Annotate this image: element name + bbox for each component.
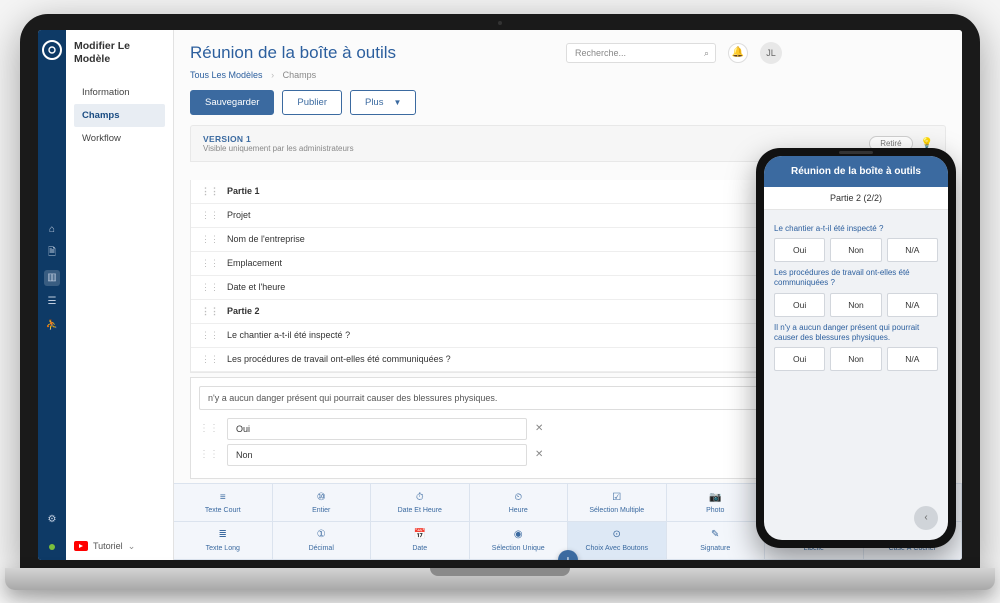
drag-handle-icon[interactable]: ⋮⋮: [201, 282, 219, 293]
remove-option-icon[interactable]: ✕: [535, 423, 543, 434]
remove-option-icon[interactable]: ✕: [535, 449, 543, 460]
search-icon: ⌕: [704, 48, 709, 59]
phone-option-button[interactable]: Non: [830, 347, 881, 371]
sidebar-title: Modifier Le Modèle: [74, 40, 165, 67]
phone-option-button[interactable]: Oui: [774, 293, 825, 317]
sidebar-item-workflow[interactable]: Workflow: [74, 127, 165, 150]
sidebar-item-information[interactable]: Information: [74, 81, 165, 104]
palette-date-et-heure[interactable]: ⏱Date Et Heure: [371, 484, 470, 522]
breadcrumb: Tous Les Modèles › Champs: [174, 70, 962, 90]
notifications-icon[interactable]: 🔔: [728, 43, 748, 63]
drag-handle-icon[interactable]: ⋮⋮: [201, 330, 219, 341]
chevron-right-icon: ›: [271, 70, 274, 80]
drag-handle-icon[interactable]: ⋮⋮: [201, 234, 219, 245]
bulb-icon[interactable]: 💡: [921, 138, 933, 149]
main-content: Réunion de la boîte à outils Recherche..…: [174, 30, 962, 560]
phone-option-button[interactable]: Non: [830, 238, 881, 262]
save-button[interactable]: Sauvegarder: [190, 90, 274, 115]
page-title: Réunion de la boîte à outils: [190, 43, 554, 63]
rail-people-icon[interactable]: ⛹: [44, 318, 60, 334]
option-input[interactable]: Non: [227, 444, 527, 466]
question-input[interactable]: n'y a aucun danger présent qui pourrait …: [199, 386, 780, 410]
status-dot: [49, 544, 55, 550]
palette-décimal[interactable]: ①Décimal: [273, 522, 372, 560]
phone-option-button[interactable]: Non: [830, 293, 881, 317]
app-logo[interactable]: [42, 40, 62, 60]
icon-rail: ⌂ 🗎 ▥ ☰ ⛹ ⚙: [38, 30, 66, 560]
publish-button[interactable]: Publier: [282, 90, 342, 115]
palette-sélection-multiple[interactable]: ☑Sélection Multiple: [568, 484, 667, 522]
version-label: VERSION 1: [203, 134, 861, 144]
phone-title: Réunion de la boîte à outils: [764, 156, 948, 187]
rail-list-icon[interactable]: ☰: [44, 294, 60, 310]
phone-question: Les procédures de travail ont-elles été …: [774, 268, 938, 289]
phone-option-button[interactable]: Oui: [774, 238, 825, 262]
avatar[interactable]: JL: [760, 42, 782, 64]
drag-handle-icon[interactable]: ⋮⋮: [201, 210, 219, 221]
phone-back-button[interactable]: ‹: [914, 506, 938, 530]
phone-option-button[interactable]: N/A: [887, 293, 938, 317]
caret-down-icon: ▼: [393, 98, 401, 107]
palette-photo[interactable]: 📷Photo: [667, 484, 766, 522]
more-button[interactable]: Plus ▼: [350, 90, 416, 115]
phone-option-button[interactable]: N/A: [887, 238, 938, 262]
palette-heure[interactable]: ⏲Heure: [470, 484, 569, 522]
drag-handle-icon[interactable]: ⋮⋮: [201, 354, 219, 365]
search-input[interactable]: Recherche... ⌕: [566, 43, 716, 63]
breadcrumb-root[interactable]: Tous Les Modèles: [190, 70, 263, 80]
phone-subtitle: Partie 2 (2/2): [764, 187, 948, 210]
sidebar: Modifier Le Modèle InformationChampsWork…: [66, 30, 174, 560]
rail-settings-icon[interactable]: ⚙: [44, 512, 60, 528]
palette-sélection-unique[interactable]: ◉Sélection Unique: [470, 522, 569, 560]
version-subtitle: Visible uniquement par les administrateu…: [203, 144, 861, 153]
tutorial-link[interactable]: Tutoriel ⌄: [74, 541, 135, 552]
rail-home-icon[interactable]: ⌂: [44, 222, 60, 238]
palette-signature[interactable]: ✎Signature: [667, 522, 766, 560]
phone-option-button[interactable]: Oui: [774, 347, 825, 371]
palette-date[interactable]: 📅Date: [371, 522, 470, 560]
option-input[interactable]: Oui: [227, 418, 527, 440]
drag-handle-icon[interactable]: ⋮⋮: [201, 186, 219, 197]
chevron-down-icon: ⌄: [128, 541, 136, 552]
youtube-icon: [74, 541, 88, 551]
rail-grid-icon[interactable]: ▥: [44, 270, 60, 286]
palette-texte-long[interactable]: ≣Texte Long: [174, 522, 273, 560]
drag-handle-icon[interactable]: ⋮⋮: [201, 306, 219, 317]
rail-doc-icon[interactable]: 🗎: [44, 246, 60, 262]
palette-texte-court[interactable]: ≡Texte Court: [174, 484, 273, 522]
phone-preview: Réunion de la boîte à outils Partie 2 (2…: [756, 148, 956, 548]
drag-handle-icon[interactable]: ⋮⋮: [199, 423, 219, 434]
sidebar-item-champs[interactable]: Champs: [74, 104, 165, 127]
drag-handle-icon[interactable]: ⋮⋮: [199, 449, 219, 460]
palette-entier[interactable]: ⑩Entier: [273, 484, 372, 522]
drag-handle-icon[interactable]: ⋮⋮: [201, 258, 219, 269]
breadcrumb-current: Champs: [283, 70, 317, 80]
phone-option-button[interactable]: N/A: [887, 347, 938, 371]
phone-question: Le chantier a-t-il été inspecté ?: [774, 224, 938, 234]
palette-choix-avec-boutons[interactable]: ⊙Choix Avec Boutons: [568, 522, 667, 560]
phone-question: Il n'y a aucun danger présent qui pourra…: [774, 323, 938, 344]
